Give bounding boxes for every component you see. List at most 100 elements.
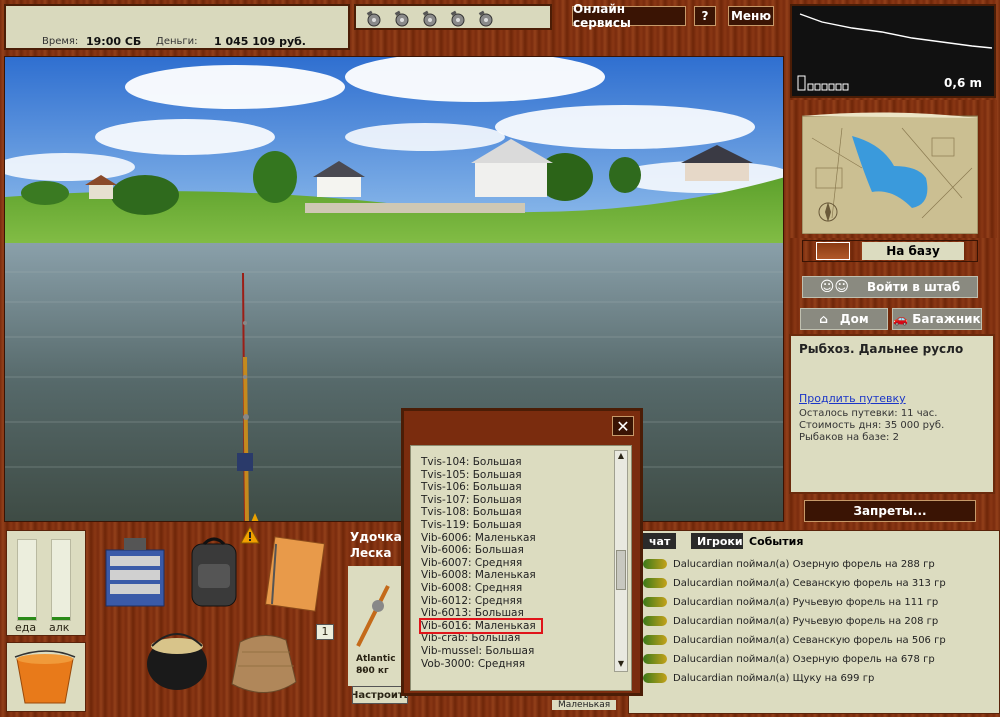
event-row: Dalucardian поймал(а) Севанскую форель н… [643, 631, 946, 649]
lure-item[interactable]: Vib-mussel: Большая [421, 645, 534, 657]
lure-list[interactable]: Tvis-104: Большая Tvis-105: Большая Tvis-1… [410, 445, 632, 691]
lure-item[interactable]: Vib-6012: Средняя [421, 595, 522, 607]
alcohol-label: алк [49, 621, 70, 634]
lure-item[interactable]: Vib-6006: Большая [421, 544, 524, 556]
lure-item[interactable]: Tvis-105: Большая [421, 469, 522, 481]
event-row: Dalucardian поймал(а) Озерную форель на … [643, 650, 935, 668]
alcohol-meter [51, 539, 71, 621]
to-base-label: На базу [862, 242, 964, 260]
event-row: Dalucardian поймал(а) Щуку на 699 гр [643, 669, 874, 687]
status-panel: Время: 19:00 СБ Деньги: 1 045 109 руб. [4, 4, 350, 50]
needs-meters: еда алк [6, 530, 86, 636]
hq-button[interactable]: ☺☺ Войти в штаб [802, 276, 978, 298]
setup-button[interactable]: Настроить [352, 686, 408, 704]
warning-icon[interactable] [240, 526, 260, 544]
lake-map[interactable] [801, 108, 979, 235]
selected-lure-highlight [419, 617, 543, 634]
fish-icon [643, 578, 667, 588]
tab-events[interactable]: События [743, 533, 810, 549]
time-label: Время: [42, 36, 79, 47]
home-button[interactable]: ⌂ Дом [800, 308, 888, 330]
bite-alarms [354, 4, 552, 30]
fish-icon [643, 673, 667, 683]
bell-icon[interactable] [420, 10, 440, 28]
lure-item[interactable]: Tvis-119: Большая [421, 519, 522, 531]
menu-button[interactable]: Меню [728, 6, 774, 26]
time-value: 19:00 СБ [86, 35, 142, 48]
money-label: Деньги: [156, 36, 198, 47]
bell-icon[interactable] [392, 10, 412, 28]
bell-icon[interactable] [364, 10, 384, 28]
event-row: Dalucardian поймал(а) Ручьевую форель на… [643, 612, 938, 630]
event-row: Dalucardian поймал(а) Озерную форель на … [643, 555, 935, 573]
backpack-icon[interactable] [186, 534, 242, 610]
reel-weight: 800 кг [356, 666, 389, 676]
pot-icon[interactable] [142, 618, 212, 698]
scroll-thumb[interactable] [616, 549, 626, 590]
extend-pass-link[interactable]: Продлить путевку [799, 392, 906, 405]
food-label: еда [15, 621, 37, 634]
map-icon[interactable] [801, 108, 979, 235]
scrollbar[interactable]: ▲ ▼ [614, 450, 628, 672]
tab-chat[interactable]: чат [643, 533, 677, 549]
lake-view[interactable] [5, 57, 784, 522]
lure-item[interactable]: Vib-6008: Средняя [421, 582, 522, 594]
fish-icon [643, 616, 667, 626]
help-button[interactable]: ? [694, 6, 716, 26]
fishing-scene[interactable] [4, 56, 784, 522]
base-info-panel: Рыбхоз. Дальнее русло Продлить путевку О… [789, 334, 995, 494]
notebook-icon[interactable] [262, 530, 328, 614]
trunk-button[interactable]: 🚗 Багажник [892, 308, 982, 330]
size-hint: Маленькая [552, 700, 617, 710]
lure-item[interactable]: Vib-6007: Средняя [421, 557, 522, 569]
lure-item[interactable]: Tvis-108: Большая [421, 506, 522, 518]
bell-icon[interactable] [448, 10, 468, 28]
depth-value: 0,6 m [944, 76, 982, 90]
lure-item[interactable]: Tvis-107: Большая [421, 494, 522, 506]
base-title: Рыбхоз. Дальнее русло [799, 342, 964, 356]
money-value: 1 045 109 руб. [214, 35, 306, 48]
bans-button[interactable]: Запреты... [804, 500, 976, 522]
food-meter [17, 539, 37, 621]
day-cost: Стоимость дня: 35 000 руб. [799, 420, 945, 431]
home-icon: ⌂ [819, 312, 828, 326]
fish-icon [643, 597, 667, 607]
lure-item[interactable]: Vob-3000: Средняя [421, 658, 525, 670]
rod-label: Удочка [350, 530, 402, 544]
reel-card[interactable]: Atlantic ... 800 кг [348, 566, 404, 686]
fishers-count: Рыбаков на базе: 2 [799, 432, 899, 443]
bucket-slot[interactable] [6, 642, 86, 712]
depth-sounder: 0,6 m [790, 4, 996, 98]
lure-item[interactable]: Vib-6008: Маленькая [421, 569, 536, 581]
hq-label: Войти в штаб [866, 280, 961, 294]
event-row: Dalucardian поймал(а) Ручьевую форель на… [643, 593, 938, 611]
lure-item[interactable]: Tvis-106: Большая [421, 481, 522, 493]
scroll-down-icon[interactable]: ▼ [615, 659, 627, 671]
scroll-up-icon[interactable]: ▲ [615, 451, 627, 463]
to-base-button[interactable]: На базу [802, 240, 978, 262]
trunk-label: Багажник [912, 312, 981, 326]
people-icon: ☺☺ [819, 279, 849, 295]
pass-remaining: Осталось путевки: 11 час. [799, 408, 938, 419]
tackle-box-icon[interactable] [100, 530, 170, 610]
lure-item[interactable]: Vib-crab: Большая [421, 632, 520, 644]
tab-players[interactable]: Игроки [691, 533, 749, 549]
slot-count-badge: 1 [316, 624, 334, 640]
lure-item[interactable]: Tvis-104: Большая [421, 456, 522, 468]
fish-icon [643, 559, 667, 569]
lure-list-popup: ✕ Tvis-104: Большая Tvis-105: Большая Tvis… [401, 408, 643, 696]
fish-icon [643, 635, 667, 645]
event-row: Dalucardian поймал(а) Севанскую форель н… [643, 574, 946, 592]
line-label: Леска [350, 546, 392, 560]
sack-icon[interactable] [226, 622, 302, 702]
car-icon: 🚗 [893, 312, 909, 326]
bell-icon[interactable] [476, 10, 496, 28]
bucket-icon[interactable] [7, 643, 85, 711]
events-panel: чат Игроки События Dalucardian поймал(а)… [628, 530, 1000, 714]
house-icon [816, 242, 851, 260]
lure-item[interactable]: Vib-6006: Маленькая [421, 532, 536, 544]
online-services-button[interactable]: Онлайн сервисы [572, 2, 686, 30]
home-label: Дом [839, 312, 869, 326]
reel-icon [356, 585, 390, 647]
close-icon[interactable]: ✕ [612, 416, 634, 436]
